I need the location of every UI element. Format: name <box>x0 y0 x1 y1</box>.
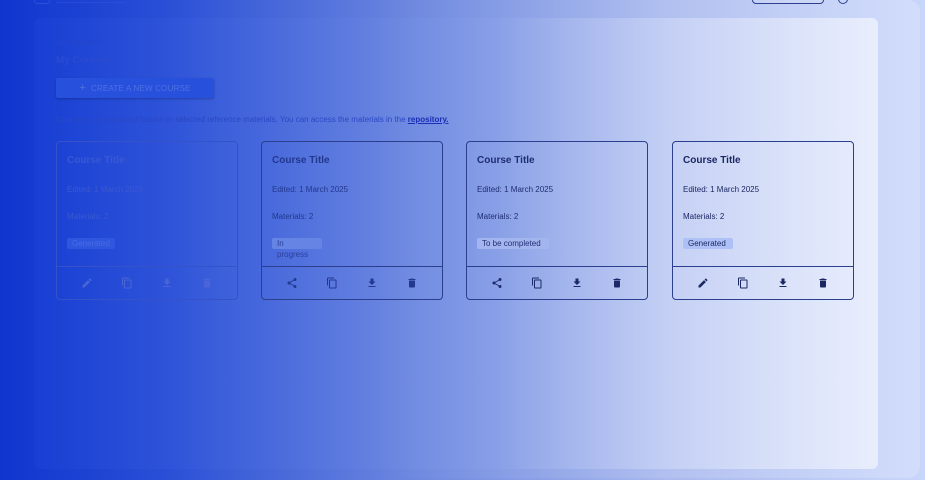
course-title: Course Title <box>272 155 330 166</box>
page-title: My Courses <box>56 55 113 66</box>
course-edited-date: Edited: 1 March 2025 <box>683 185 760 194</box>
copy-icon[interactable] <box>736 276 750 290</box>
copy-icon[interactable] <box>530 276 544 290</box>
app-logo[interactable] <box>34 0 126 4</box>
share-icon[interactable] <box>285 276 299 290</box>
repository-link[interactable]: repository. <box>408 115 449 124</box>
course-materials-count: Materials: 2 <box>272 212 314 221</box>
status-badge: To be completed <box>477 238 549 249</box>
user-name: Jan Kowalski <box>56 38 103 47</box>
delete-icon[interactable] <box>200 276 214 290</box>
course-card[interactable]: Course Title Edited: 1 March 2025 Materi… <box>466 141 648 300</box>
course-edited-date: Edited: 1 March 2025 <box>477 185 554 194</box>
plus-icon: + <box>79 81 86 94</box>
delete-icon[interactable] <box>816 276 830 290</box>
card-actions <box>467 266 647 299</box>
course-materials-count: Materials: 2 <box>477 212 519 221</box>
share-icon[interactable] <box>490 276 504 290</box>
course-title: Course Title <box>477 155 535 166</box>
course-edited-date: Edited: 1 March 2025 <box>272 185 349 194</box>
card-actions <box>673 266 853 299</box>
edit-icon[interactable] <box>696 276 710 290</box>
download-icon[interactable] <box>160 276 174 290</box>
topbar-button[interactable] <box>752 0 824 4</box>
course-materials-count: Materials: 2 <box>67 212 109 221</box>
copy-icon[interactable] <box>120 276 134 290</box>
card-actions <box>262 266 442 299</box>
logo-icon <box>34 0 50 4</box>
info-text: Courses are generated based on selected … <box>56 115 449 124</box>
course-card[interactable]: Course Title Edited: 1 March 2025 Materi… <box>261 141 443 300</box>
create-course-button[interactable]: + CREATE A NEW COURSE <box>56 78 214 98</box>
download-icon[interactable] <box>776 276 790 290</box>
course-materials-count: Materials: 2 <box>683 212 725 221</box>
course-title: Course Title <box>67 155 125 166</box>
copy-icon[interactable] <box>325 276 339 290</box>
download-icon[interactable] <box>570 276 584 290</box>
info-message: Courses are generated based on selected … <box>56 115 406 124</box>
course-card[interactable]: Course Title Edited: 1 March 2025 Materi… <box>56 141 238 300</box>
edit-icon[interactable] <box>80 276 94 290</box>
course-title: Course Title <box>683 155 741 166</box>
delete-icon[interactable] <box>405 276 419 290</box>
course-card[interactable]: Course Title Edited: 1 March 2025 Materi… <box>672 141 854 300</box>
logo-wordmark <box>56 0 126 3</box>
course-edited-date: Edited: 1 March 2025 <box>67 185 144 194</box>
status-badge: In progress <box>272 238 322 259</box>
delete-icon[interactable] <box>610 276 624 290</box>
download-icon[interactable] <box>365 276 379 290</box>
status-badge: Generated <box>683 238 733 249</box>
status-badge: Generated <box>67 238 115 249</box>
create-course-label: CREATE A NEW COURSE <box>90 83 191 93</box>
card-actions <box>57 266 237 299</box>
